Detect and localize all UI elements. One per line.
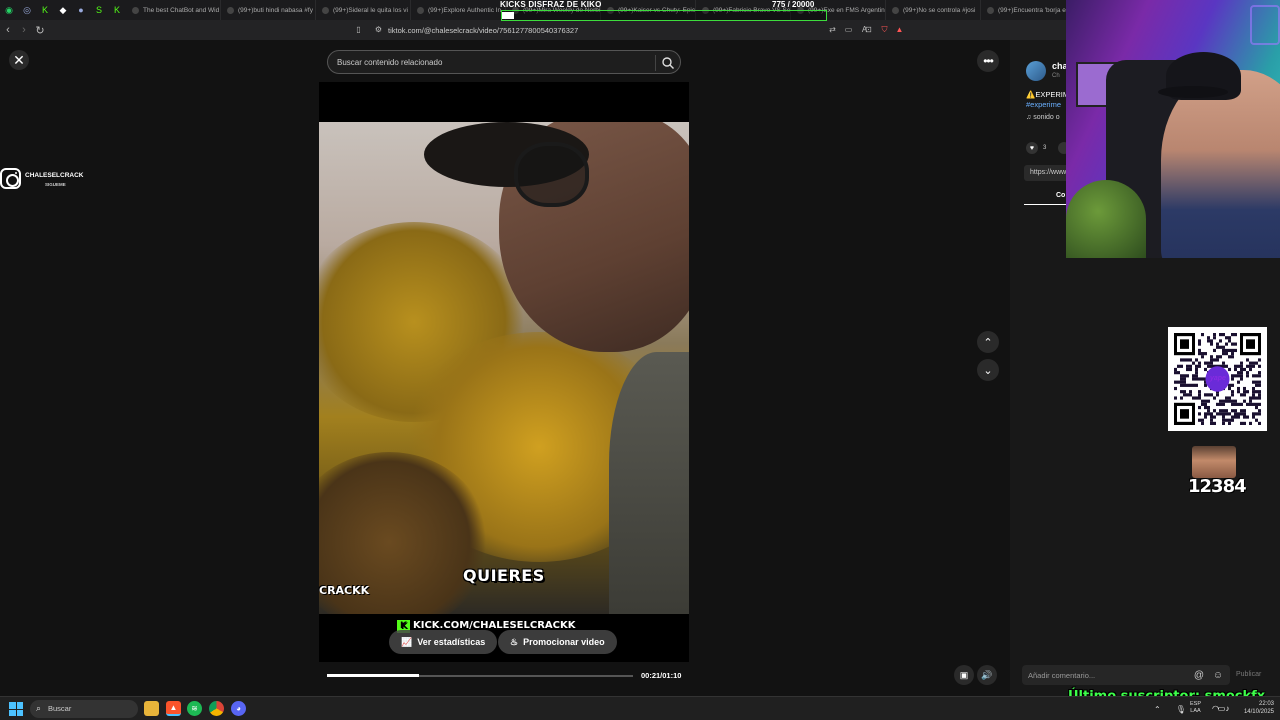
like-count: 3: [1043, 145, 1047, 151]
video-caption: QUIERES: [463, 566, 545, 585]
browser-tab[interactable]: (99+)buti hindi nabasa #fy: [221, 0, 316, 20]
person-glasses: [514, 142, 589, 207]
instagram-follow-label: SIGUEME: [45, 182, 66, 187]
close-icon[interactable]: ✕: [9, 50, 29, 70]
spotify-icon[interactable]: ≋: [187, 701, 202, 716]
video-progress-fill: [327, 674, 419, 677]
input-language[interactable]: ESP LAA: [1190, 701, 1201, 715]
view-stats-button[interactable]: 📈 Ver estadísticas: [389, 630, 498, 654]
browser-tab[interactable]: (99+)Sideral le quita los vi: [316, 0, 411, 20]
search-icon: ⌕: [36, 703, 42, 713]
promote-video-button[interactable]: ♨ Promocionar video: [498, 630, 617, 654]
mention-icon[interactable]: @: [1193, 669, 1205, 681]
goal-progress-bar: [501, 10, 827, 21]
brave-shield-icon[interactable]: ⛉: [878, 23, 891, 36]
tab-comments[interactable]: Co: [1056, 192, 1065, 199]
plant: [1066, 180, 1146, 258]
mini-cam-image: [1192, 446, 1236, 478]
pinned-tab-whatsapp[interactable]: ◉: [0, 0, 18, 20]
file-explorer-icon[interactable]: [144, 701, 159, 716]
goal-progress-fill: [502, 12, 515, 19]
pinned-tab-s[interactable]: S: [90, 0, 108, 20]
system-tray: ⌃ 🎙: [1154, 699, 1186, 719]
taskbar-search-input[interactable]: ⌕ Buscar: [30, 700, 138, 718]
mini-cam-label: 12384: [1188, 476, 1247, 497]
brave-rewards-icon[interactable]: ▲: [893, 23, 906, 36]
speaker-icon[interactable]: ♪: [1220, 701, 1235, 716]
tab-favicon-icon: [132, 6, 139, 14]
streamer-webcam: [1066, 0, 1280, 258]
more-options-icon[interactable]: •••: [977, 50, 999, 72]
video-time: 00:21/01:10: [641, 671, 682, 680]
browser-tab[interactable]: The best ChatBot and Wid: [126, 0, 221, 20]
instagram-handle: CHALESELCRACK: [25, 172, 84, 179]
tab-favicon-icon: [322, 6, 329, 14]
goal-title: KICKS DISFRAZ DE KIKO: [500, 0, 602, 9]
browser-tab[interactable]: (99+)No se controla #josi: [886, 0, 981, 20]
windows-taskbar: ⌕ Buscar ▲ ≋ ◕ ⌃ 🎙 ◠ ▭ ♪: [0, 696, 1280, 720]
next-video-chevron-down-icon[interactable]: ⌄: [977, 359, 999, 381]
back-icon[interactable]: ‹: [0, 20, 16, 40]
volume-icon[interactable]: 🔊: [977, 665, 997, 685]
search-input[interactable]: Buscar contenido relacionado: [327, 50, 681, 74]
brave-browser-icon[interactable]: ▲: [166, 701, 181, 716]
search-placeholder: Buscar contenido relacionado: [337, 58, 443, 67]
pinned-tab-obs[interactable]: ●: [72, 0, 90, 20]
hashtag-link[interactable]: #experime: [1026, 100, 1069, 110]
video-watermark: CRACKK: [319, 584, 370, 597]
previous-video-chevron-up-icon[interactable]: ⌃: [977, 331, 999, 353]
flame-icon: ♨: [510, 636, 519, 647]
instagram-icon: [0, 168, 21, 189]
neon-logo: [1250, 5, 1280, 45]
tab-favicon-icon: [227, 6, 234, 14]
comment-input[interactable]: Añadir comentario... @ ☺: [1022, 665, 1230, 685]
creator-subtitle: Ch: [1052, 73, 1060, 79]
reload-icon[interactable]: ↻: [32, 20, 48, 40]
publish-button[interactable]: Publicar: [1236, 671, 1261, 678]
tab-underline: [1024, 204, 1068, 205]
kicks-goal-overlay: KICKS DISFRAZ DE KIKO 775 / 20000: [500, 0, 830, 22]
browser-tab[interactable]: (99+)Explore Authentic In: [411, 0, 506, 20]
tab-favicon-icon: [417, 6, 424, 14]
picture-in-picture-icon[interactable]: ▣: [954, 665, 974, 685]
creator-avatar[interactable]: [1026, 61, 1046, 81]
chrome-icon[interactable]: [209, 701, 224, 716]
search-divider: [655, 55, 656, 71]
yape-logo-text: yape: [1210, 375, 1226, 382]
discord-icon[interactable]: ◕: [231, 701, 246, 716]
video-player[interactable]: [319, 122, 689, 614]
windows-start-icon[interactable]: [9, 702, 23, 716]
search-icon[interactable]: [661, 56, 675, 70]
chevron-up-icon[interactable]: ⌃: [1154, 705, 1161, 714]
system-clock[interactable]: 22:03 14/10/2025: [1238, 700, 1274, 716]
heart-icon[interactable]: ♥: [1026, 142, 1038, 154]
goal-count: 775 / 20000: [772, 0, 815, 9]
forward-icon[interactable]: ›: [16, 20, 32, 40]
sound-link[interactable]: ♫ sonido o: [1026, 114, 1060, 121]
microphone-icon[interactable]: 🎙: [1176, 705, 1186, 714]
pinned-tab-github[interactable]: ◎: [18, 0, 36, 20]
emoji-icon[interactable]: ☺: [1212, 669, 1224, 681]
pinned-tab-app[interactable]: ◆: [54, 0, 72, 20]
streamer-cap-brim: [1158, 86, 1228, 98]
tab-favicon-icon: [987, 6, 994, 14]
pinned-tab-kick[interactable]: K: [36, 0, 54, 20]
person-shoulder: [609, 352, 689, 614]
pinned-tab-kick-2[interactable]: K: [108, 0, 126, 20]
tab-favicon-icon: [892, 6, 899, 14]
stats-chart-icon: 📈: [401, 636, 413, 647]
bookmark-icon[interactable]: ▯: [352, 23, 365, 36]
browser-tab[interactable]: (99+)Encuentra 'borja e: [981, 0, 1076, 20]
url-field[interactable]: tiktok.com/@chaleselcrack/video/75612778…: [368, 23, 878, 37]
video-description: ⚠️EXPERIM #experime: [1026, 90, 1070, 110]
